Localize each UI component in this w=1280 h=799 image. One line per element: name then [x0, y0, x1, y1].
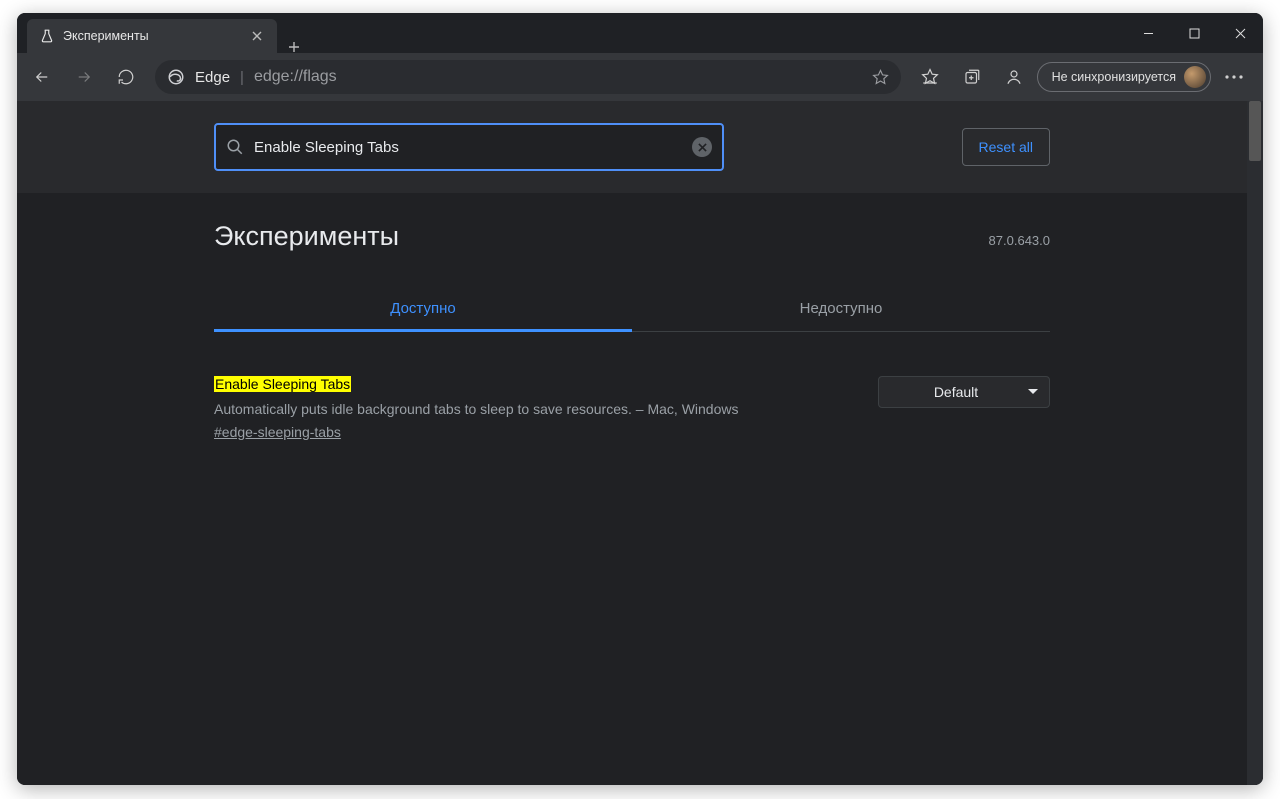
content-area: Reset all Эксперименты 87.0.643.0 Доступ…	[17, 101, 1263, 785]
forward-button[interactable]	[65, 58, 103, 96]
close-window-button[interactable]	[1217, 13, 1263, 53]
address-url: edge://flags	[254, 68, 862, 86]
favorite-star-icon[interactable]	[872, 69, 889, 86]
tab-close-button[interactable]	[249, 28, 265, 44]
experiment-title: Enable Sleeping Tabs	[214, 376, 351, 392]
flags-body: Эксперименты 87.0.643.0 Доступно Недосту…	[17, 193, 1247, 442]
address-brand: Edge	[195, 69, 230, 86]
flags-header: Reset all	[17, 101, 1247, 193]
profile-avatar	[1184, 66, 1206, 88]
address-bar[interactable]: Edge | edge://flags	[155, 60, 901, 94]
tab-title: Эксперименты	[63, 29, 241, 43]
experiment-anchor[interactable]: #edge-sleeping-tabs	[214, 424, 341, 440]
browser-window: Эксперименты	[17, 13, 1263, 785]
toolbar: Edge | edge://flags Не синхронизируется	[17, 53, 1263, 101]
tab-unavailable[interactable]: Недоступно	[632, 288, 1050, 331]
page-title: Эксперименты	[214, 221, 399, 252]
flask-icon	[39, 28, 55, 44]
experiment-select[interactable]: Default	[878, 376, 1050, 408]
maximize-button[interactable]	[1171, 13, 1217, 53]
back-button[interactable]	[23, 58, 61, 96]
more-menu-button[interactable]	[1215, 58, 1253, 96]
titlebar: Эксперименты	[17, 13, 1263, 53]
tabs-row: Доступно Недоступно	[214, 288, 1050, 332]
new-tab-button[interactable]	[277, 41, 311, 53]
search-input[interactable]	[254, 139, 682, 156]
edge-logo-icon	[167, 68, 185, 86]
address-separator: |	[240, 69, 244, 86]
tabstrip: Эксперименты	[17, 13, 1125, 53]
scroll-thumb[interactable]	[1249, 101, 1261, 161]
clear-search-button[interactable]	[692, 137, 712, 157]
experiment-description: Automatically puts idle background tabs …	[214, 400, 854, 420]
profile-sync-label: Не синхронизируется	[1052, 70, 1176, 84]
version-label: 87.0.643.0	[989, 233, 1050, 248]
search-icon	[226, 138, 244, 156]
collections-icon[interactable]	[953, 58, 991, 96]
refresh-button[interactable]	[107, 58, 145, 96]
search-box[interactable]	[214, 123, 724, 171]
favorites-icon[interactable]	[911, 58, 949, 96]
scrollbar[interactable]	[1247, 101, 1263, 785]
tab-available[interactable]: Доступно	[214, 288, 632, 331]
reset-all-button[interactable]: Reset all	[962, 128, 1050, 166]
page-content: Reset all Эксперименты 87.0.643.0 Доступ…	[17, 101, 1247, 785]
person-icon[interactable]	[995, 58, 1033, 96]
profile-sync-pill[interactable]: Не синхронизируется	[1037, 62, 1211, 92]
window-controls	[1125, 13, 1263, 53]
experiment-row: Enable Sleeping Tabs Automatically puts …	[214, 376, 1050, 442]
browser-tab[interactable]: Эксперименты	[27, 19, 277, 53]
minimize-button[interactable]	[1125, 13, 1171, 53]
